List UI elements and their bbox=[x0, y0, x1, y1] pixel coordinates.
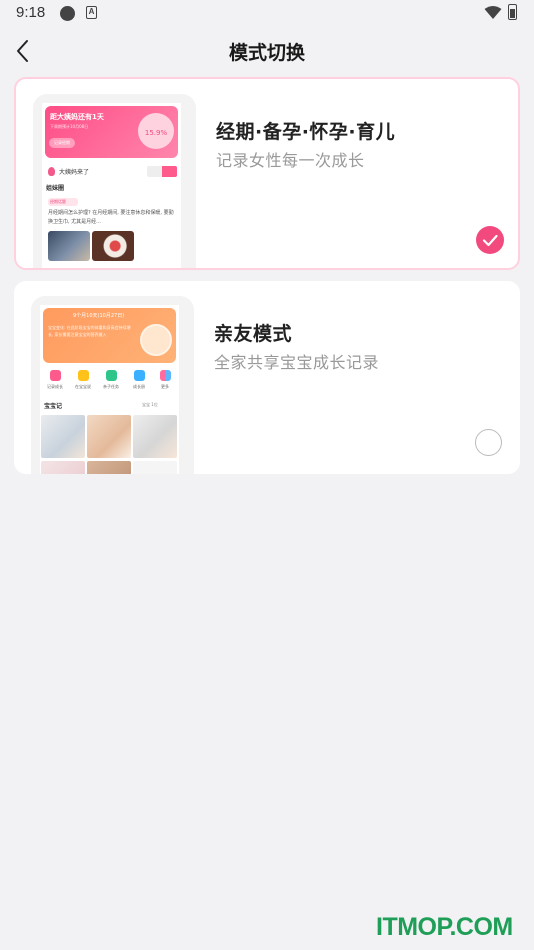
preview-section-title: 姐妹圈 bbox=[46, 185, 65, 192]
preview-shortcut: 更多 bbox=[154, 370, 176, 390]
globe-icon bbox=[60, 6, 75, 21]
grid-icon bbox=[159, 370, 171, 381]
preview-banner-sub: 下周期预计10月08日 bbox=[50, 124, 89, 129]
mode-subtitle: 全家共享宝宝成长记录 bbox=[214, 353, 380, 372]
unselected-radio[interactable] bbox=[475, 429, 502, 456]
preview-icon-row: 记录成长 在宝宝说 亲子任务 成长册 更多 bbox=[44, 370, 176, 396]
preview-photo bbox=[87, 415, 131, 458]
mode-title: 经期·备孕·怀孕·育儿 bbox=[216, 121, 396, 143]
preview-banner-button: 记录经期 bbox=[49, 138, 75, 148]
mode-title: 亲友模式 bbox=[214, 323, 293, 345]
preview-post-text: 月经期间怎么护理? 在月经期间, 要注意休息和保暖, 要勤换卫生巾, 尤其是月经… bbox=[48, 210, 174, 225]
preview-section-title: 宝宝记 bbox=[44, 403, 63, 410]
preview-shortcut: 亲子任务 bbox=[100, 370, 122, 390]
preview-photo bbox=[48, 231, 90, 261]
preview-photo bbox=[41, 415, 85, 458]
nav-bar: 模式切换 bbox=[0, 28, 534, 74]
preview-tag: 经期话题 bbox=[48, 198, 78, 206]
preview-photo bbox=[41, 461, 85, 474]
preview-section-right: 宝宝 1位 bbox=[142, 402, 158, 407]
preview-shortcut: 在宝宝说 bbox=[72, 370, 94, 390]
preview-screen: 距大姨妈还有1天 下周期预计10月08日 记录经期 15.9% 大姨妈来了 姐妹… bbox=[42, 103, 181, 268]
preview-photo bbox=[87, 461, 131, 474]
wifi-icon bbox=[484, 6, 502, 19]
preview-flower-badge: 15.9% bbox=[138, 113, 174, 149]
preview-banner: 9个月10天(10月27日) 宝宝变化: 在此阶段宝宝的体重和身高会持续增长, … bbox=[43, 308, 176, 363]
preview-row-text: 大姨妈来了 bbox=[59, 169, 90, 176]
selected-check-icon[interactable] bbox=[476, 226, 504, 254]
a-notification-icon: A bbox=[86, 6, 97, 19]
mode-card-family[interactable]: 9个月10天(10月27日) 宝宝变化: 在此阶段宝宝的体重和身高会持续增长, … bbox=[14, 281, 520, 474]
record-icon bbox=[49, 370, 61, 381]
preview-banner-title: 9个月10天(10月27日) bbox=[73, 313, 125, 319]
preview-banner-title: 距大姨妈还有1天 bbox=[50, 113, 104, 121]
star-icon bbox=[77, 370, 89, 381]
preview-phone: 距大姨妈还有1天 下周期预计10月08日 记录经期 15.9% 大姨妈来了 姐妹… bbox=[33, 94, 196, 268]
preview-shortcut: 成长册 bbox=[128, 370, 150, 390]
preview-period-row: 大姨妈来了 bbox=[46, 165, 178, 178]
task-icon bbox=[105, 370, 117, 381]
preview-banner: 距大姨妈还有1天 下周期预计10月08日 记录经期 15.9% bbox=[45, 106, 178, 158]
mode-card-period[interactable]: 距大姨妈还有1天 下周期预计10月08日 记录经期 15.9% 大姨妈来了 姐妹… bbox=[14, 77, 520, 270]
preview-photo bbox=[133, 415, 177, 458]
preview-toggle bbox=[147, 166, 177, 177]
battery-icon bbox=[508, 4, 517, 20]
status-bar: 9:18 A bbox=[0, 0, 534, 28]
watermark: ITMOP.COM bbox=[376, 913, 513, 941]
drop-icon bbox=[48, 167, 55, 176]
baby-avatar bbox=[140, 324, 172, 356]
preview-screen: 9个月10天(10月27日) 宝宝变化: 在此阶段宝宝的体重和身高会持续增长, … bbox=[40, 305, 179, 474]
mode-subtitle: 记录女性每一次成长 bbox=[216, 151, 365, 170]
preview-shortcut: 记录成长 bbox=[44, 370, 66, 390]
album-icon bbox=[133, 370, 145, 381]
preview-photo bbox=[92, 231, 134, 261]
preview-phone: 9个月10天(10月27日) 宝宝变化: 在此阶段宝宝的体重和身高会持续增长, … bbox=[31, 296, 194, 474]
status-time: 9:18 bbox=[16, 4, 46, 21]
page-title: 模式切换 bbox=[228, 42, 305, 64]
preview-banner-sub: 宝宝变化: 在此阶段宝宝的体重和身高会持续增长, 家长需要注意宝宝的营养摄入 bbox=[48, 325, 131, 337]
preview-photo bbox=[133, 461, 177, 474]
